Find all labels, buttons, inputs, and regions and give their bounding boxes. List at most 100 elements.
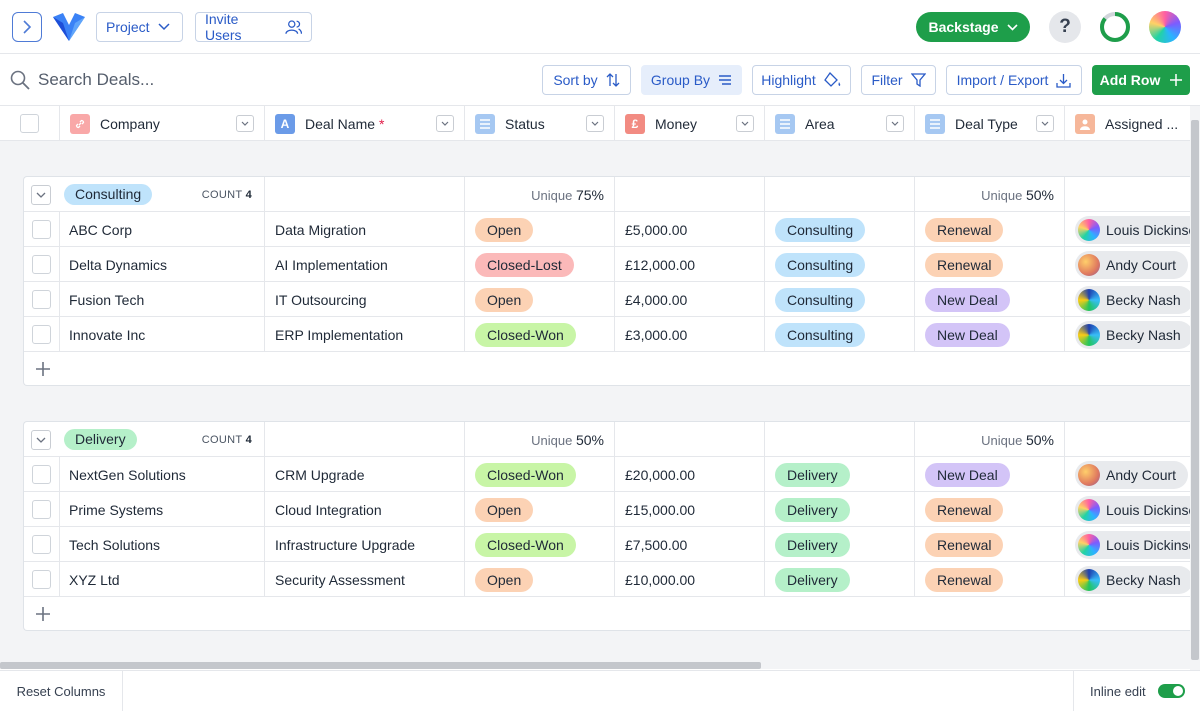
column-header-money[interactable]: £ Money — [615, 106, 765, 141]
column-header-company[interactable]: Company — [60, 106, 265, 141]
area-cell[interactable]: Consulting — [765, 317, 915, 352]
group-by-button[interactable]: Group By — [641, 65, 742, 95]
table-row[interactable]: Delta Dynamics AI Implementation Closed-… — [24, 247, 1191, 282]
row-checkbox[interactable] — [32, 290, 51, 309]
column-menu-button[interactable] — [886, 115, 904, 132]
sort-by-button[interactable]: Sort by — [542, 65, 631, 95]
row-checkbox[interactable] — [32, 255, 51, 274]
assigned-cell[interactable]: Becky Nash — [1065, 562, 1191, 597]
assigned-cell[interactable]: Andy Court — [1065, 457, 1191, 492]
money-cell[interactable]: £12,000.00 — [615, 247, 765, 282]
status-cell[interactable]: Closed-Won — [465, 317, 615, 352]
company-cell[interactable]: XYZ Ltd — [60, 562, 265, 597]
table-row[interactable]: Fusion Tech IT Outsourcing Open £4,000.0… — [24, 282, 1191, 317]
assigned-cell[interactable]: Becky Nash — [1065, 282, 1191, 317]
area-cell[interactable]: Delivery — [765, 492, 915, 527]
deal-name-cell[interactable]: Security Assessment — [265, 562, 465, 597]
app-logo[interactable] — [52, 11, 86, 43]
column-menu-button[interactable] — [586, 115, 604, 132]
assigned-cell[interactable]: Louis Dickinson — [1065, 212, 1191, 247]
deal-name-cell[interactable]: IT Outsourcing — [265, 282, 465, 317]
table-row[interactable]: Prime Systems Cloud Integration Open £15… — [24, 492, 1191, 527]
user-avatar[interactable] — [1149, 11, 1181, 43]
money-cell[interactable]: £3,000.00 — [615, 317, 765, 352]
plus-icon[interactable] — [34, 605, 52, 623]
column-header-area[interactable]: Area — [765, 106, 915, 141]
company-cell[interactable]: Prime Systems — [60, 492, 265, 527]
assigned-cell[interactable]: Louis Dickinson — [1065, 527, 1191, 562]
column-menu-button[interactable] — [236, 115, 254, 132]
status-cell[interactable]: Open — [465, 212, 615, 247]
table-row[interactable]: Innovate Inc ERP Implementation Closed-W… — [24, 317, 1191, 352]
row-checkbox[interactable] — [32, 500, 51, 519]
inline-edit-toggle[interactable] — [1157, 684, 1185, 698]
sidebar-toggle-button[interactable] — [12, 12, 42, 42]
money-cell[interactable]: £7,500.00 — [615, 527, 765, 562]
status-cell[interactable]: Closed-Lost — [465, 247, 615, 282]
scrollbar-thumb[interactable] — [0, 662, 761, 669]
deal-type-cell[interactable]: New Deal — [915, 457, 1065, 492]
area-cell[interactable]: Consulting — [765, 212, 915, 247]
column-header-status[interactable]: Status — [465, 106, 615, 141]
deal-type-cell[interactable]: New Deal — [915, 317, 1065, 352]
project-button[interactable]: Project — [96, 12, 183, 42]
horizontal-scrollbar[interactable] — [0, 661, 1190, 669]
area-cell[interactable]: Delivery — [765, 457, 915, 492]
row-checkbox[interactable] — [32, 220, 51, 239]
money-cell[interactable]: £20,000.00 — [615, 457, 765, 492]
plus-icon[interactable] — [34, 360, 52, 378]
import-export-button[interactable]: Import / Export — [946, 65, 1082, 95]
deal-name-cell[interactable]: ERP Implementation — [265, 317, 465, 352]
company-cell[interactable]: NextGen Solutions — [60, 457, 265, 492]
column-menu-button[interactable] — [1036, 115, 1054, 132]
assigned-cell[interactable]: Louis Dickinson — [1065, 492, 1191, 527]
collapse-group-button[interactable] — [31, 184, 51, 205]
status-cell[interactable]: Open — [465, 492, 615, 527]
column-menu-button[interactable] — [736, 115, 754, 132]
area-cell[interactable]: Delivery — [765, 562, 915, 597]
money-cell[interactable]: £5,000.00 — [615, 212, 765, 247]
column-header-deal-type[interactable]: Deal Type — [915, 106, 1065, 141]
collapse-group-button[interactable] — [31, 429, 51, 450]
column-menu-button[interactable] — [436, 115, 454, 132]
table-row[interactable]: XYZ Ltd Security Assessment Open £10,000… — [24, 562, 1191, 597]
table-row[interactable]: ABC Corp Data Migration Open £5,000.00 C… — [24, 212, 1191, 247]
company-cell[interactable]: Innovate Inc — [60, 317, 265, 352]
money-cell[interactable]: £15,000.00 — [615, 492, 765, 527]
invite-users-button[interactable]: Invite Users — [195, 11, 312, 43]
status-cell[interactable]: Closed-Won — [465, 527, 615, 562]
deal-type-cell[interactable]: Renewal — [915, 212, 1065, 247]
status-cell[interactable]: Closed-Won — [465, 457, 615, 492]
assigned-cell[interactable]: Andy Court — [1065, 247, 1191, 282]
search-input[interactable] — [38, 68, 338, 92]
scrollbar-thumb[interactable] — [1191, 120, 1199, 660]
row-checkbox[interactable] — [32, 570, 51, 589]
highlight-button[interactable]: Highlight — [752, 65, 851, 95]
deal-name-cell[interactable]: AI Implementation — [265, 247, 465, 282]
deal-type-cell[interactable]: Renewal — [915, 492, 1065, 527]
deal-type-cell[interactable]: Renewal — [915, 562, 1065, 597]
company-cell[interactable]: Fusion Tech — [60, 282, 265, 317]
row-checkbox[interactable] — [32, 325, 51, 344]
status-cell[interactable]: Open — [465, 282, 615, 317]
company-cell[interactable]: ABC Corp — [60, 212, 265, 247]
area-cell[interactable]: Delivery — [765, 527, 915, 562]
add-row-line[interactable] — [24, 352, 1191, 387]
filter-button[interactable]: Filter — [861, 65, 936, 95]
deal-name-cell[interactable]: CRM Upgrade — [265, 457, 465, 492]
status-cell[interactable]: Open — [465, 562, 615, 597]
deal-name-cell[interactable]: Data Migration — [265, 212, 465, 247]
deal-name-cell[interactable]: Infrastructure Upgrade — [265, 527, 465, 562]
money-cell[interactable]: £4,000.00 — [615, 282, 765, 317]
row-checkbox[interactable] — [32, 465, 51, 484]
table-row[interactable]: Tech Solutions Infrastructure Upgrade Cl… — [24, 527, 1191, 562]
add-row-button[interactable]: Add Row — [1092, 65, 1190, 95]
area-cell[interactable]: Consulting — [765, 282, 915, 317]
row-checkbox[interactable] — [32, 535, 51, 554]
deal-type-cell[interactable]: Renewal — [915, 527, 1065, 562]
help-icon[interactable]: ? — [1049, 11, 1081, 43]
progress-ring-icon[interactable] — [1099, 11, 1131, 43]
area-cell[interactable]: Consulting — [765, 247, 915, 282]
company-cell[interactable]: Delta Dynamics — [60, 247, 265, 282]
deal-name-cell[interactable]: Cloud Integration — [265, 492, 465, 527]
